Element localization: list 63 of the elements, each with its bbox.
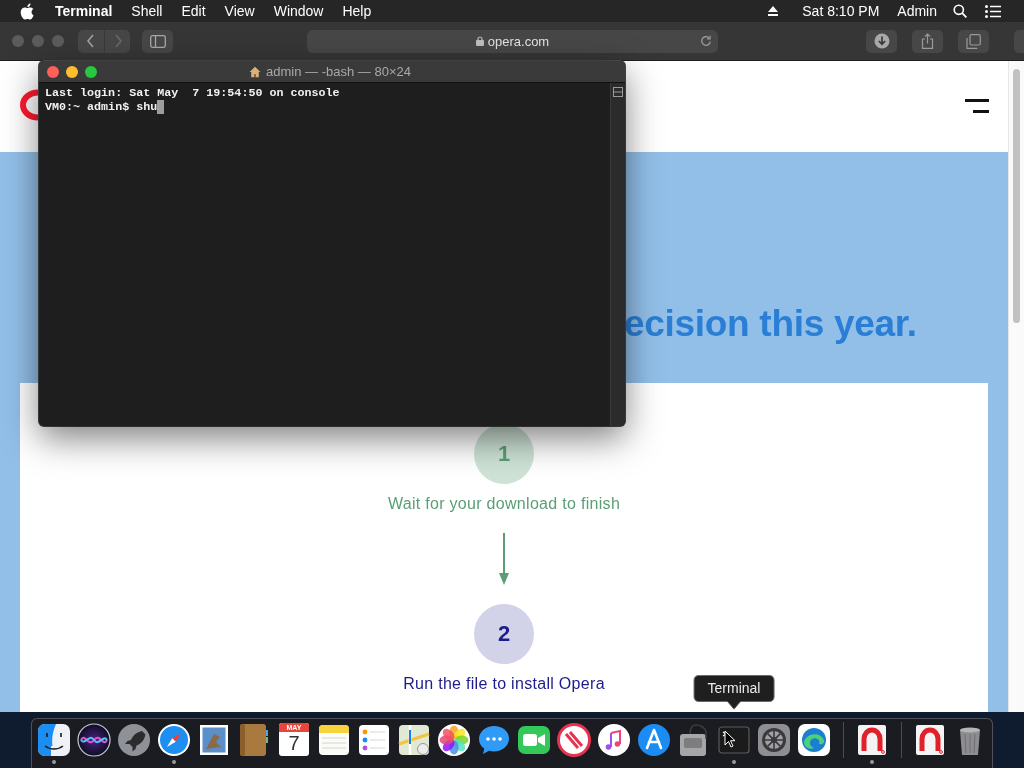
rocket-icon[interactable]	[116, 722, 152, 758]
minimize-button[interactable]	[66, 65, 78, 78]
overlapping-squares-icon	[966, 33, 981, 49]
page-heading: ecision this year.	[624, 302, 917, 346]
swirl-icon[interactable]	[796, 722, 832, 758]
scrollbar-thumb[interactable]	[1013, 69, 1020, 323]
lock-icon	[475, 36, 484, 46]
apple-icon[interactable]	[20, 2, 34, 20]
sidebar-button[interactable]	[142, 29, 173, 53]
sidebar-icon	[149, 34, 166, 48]
gear-icon[interactable]	[756, 722, 792, 758]
chevron-left-icon	[86, 34, 96, 48]
flower-icon[interactable]	[436, 722, 472, 758]
down-arrow	[498, 533, 510, 585]
window-title: admin — -bash — 80×24	[266, 64, 411, 79]
step-label: Wait for your download to finish	[387, 494, 621, 514]
menu-item[interactable]: Help	[342, 3, 372, 19]
compass-icon[interactable]	[156, 722, 192, 758]
menu-item[interactable]: Shell	[131, 3, 163, 19]
menu-item[interactable]: Edit	[181, 3, 206, 19]
share-icon	[921, 33, 934, 49]
orb-icon[interactable]	[76, 722, 112, 758]
downloads-button[interactable]	[866, 29, 897, 53]
terminal-line: VM0:~ admin$ shu	[45, 100, 158, 114]
terminal-line: Last login: Sat May 7 19:54:50 on console	[45, 86, 340, 100]
menu-icon[interactable]	[965, 99, 989, 113]
download-icon	[873, 33, 890, 49]
address-field[interactable]: opera.com	[307, 29, 718, 53]
map-icon[interactable]	[396, 722, 432, 758]
pointer-cursor-icon	[724, 730, 736, 748]
face-icon[interactable]	[36, 722, 72, 758]
zoom-button[interactable]	[85, 65, 97, 78]
bulleted-list-icon[interactable]	[985, 4, 1001, 18]
eject-icon[interactable]	[767, 5, 780, 17]
letter-a-icon[interactable]	[636, 722, 672, 758]
menu-app-name[interactable]: Terminal	[55, 3, 113, 19]
striped-circle-icon[interactable]	[556, 722, 592, 758]
reload-icon	[700, 35, 712, 47]
menu-item[interactable]: Window	[273, 3, 324, 19]
share-button[interactable]	[912, 29, 943, 53]
step-label: Run the file to install Opera	[403, 674, 605, 694]
notepad-icon[interactable]	[316, 722, 352, 758]
step-number: 1	[474, 424, 534, 484]
search-icon[interactable]	[953, 4, 967, 18]
close-button[interactable]	[47, 65, 59, 78]
url-text: opera.com	[487, 33, 550, 49]
chevron-right-icon	[112, 34, 123, 48]
scrollbar[interactable]	[1008, 61, 1024, 712]
house-icon	[249, 65, 262, 78]
tabs-button[interactable]	[958, 29, 989, 53]
tooltip-pointer-icon	[727, 701, 741, 710]
calendar-day: 7	[288, 732, 300, 755]
checklist-icon[interactable]	[356, 722, 392, 758]
user-menu[interactable]: Admin	[897, 3, 937, 19]
menu-item[interactable]: View	[224, 3, 255, 19]
back-button[interactable]	[78, 29, 104, 53]
logo-icon[interactable]	[18, 89, 39, 121]
music-note-icon[interactable]	[596, 722, 632, 758]
split-view-icon[interactable]	[613, 87, 623, 97]
text-cursor	[157, 100, 165, 114]
reload-button[interactable]	[700, 35, 712, 47]
clock[interactable]: Sat 8:10 PM	[802, 3, 880, 19]
step-number: 2	[474, 604, 534, 664]
